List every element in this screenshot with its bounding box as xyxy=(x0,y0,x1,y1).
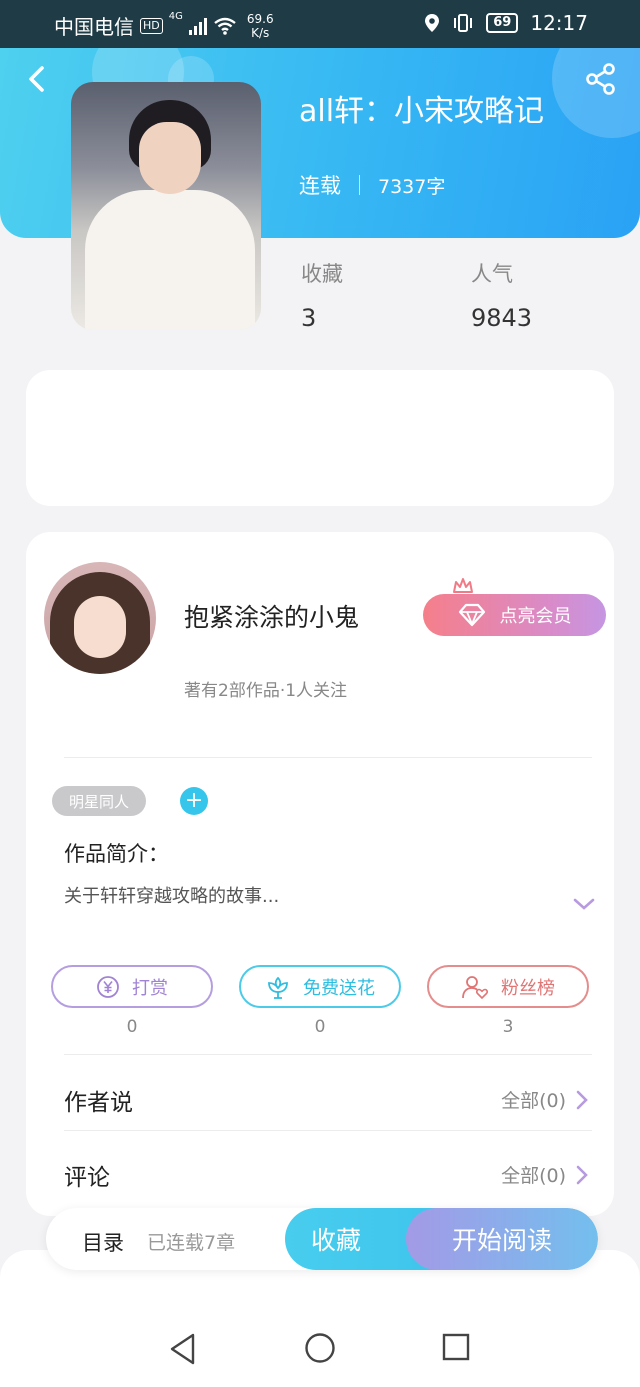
status-right: 69 12:17 xyxy=(424,11,588,35)
fans-label: 粉丝榜 xyxy=(501,977,555,999)
battery-icon: 69 xyxy=(486,13,519,33)
clock: 12:17 xyxy=(530,11,588,35)
status-left: 中国电信 HD 4G 69.6 K/s xyxy=(54,11,274,40)
stat-value: 3 xyxy=(301,304,317,332)
stat-favorites: 收藏 3 xyxy=(301,258,343,332)
intro-title: 作品简介： xyxy=(64,842,169,866)
back-icon[interactable] xyxy=(22,64,52,94)
nav-home-icon[interactable] xyxy=(304,1332,336,1364)
book-detail-page: 中国电信 HD 4G 69.6 K/s 69 12:17 all轩：小宋攻略记 … xyxy=(0,0,640,1387)
avatar-face xyxy=(74,596,126,658)
stat-label: 人气 xyxy=(471,262,513,286)
chevron-right-icon xyxy=(576,1090,588,1109)
author-notes-label: 作者说 xyxy=(64,1090,133,1116)
network-speed: 69.6 K/s xyxy=(247,12,274,40)
banner-card xyxy=(26,370,614,506)
add-tag-button[interactable]: + xyxy=(180,787,208,815)
author-notes-count: 全部(0) xyxy=(501,1090,566,1112)
vip-button[interactable]: 点亮会员 xyxy=(423,594,606,636)
share-icon[interactable] xyxy=(584,62,618,96)
book-meta: 连载 7337字 xyxy=(299,170,445,200)
chevron-right-icon xyxy=(576,1165,588,1184)
word-count: 7337字 xyxy=(378,175,446,198)
book-title: all轩：小宋攻略记 xyxy=(299,94,545,129)
author-name[interactable]: 抱紧涂涂的小鬼 xyxy=(184,598,359,634)
nav-back-icon[interactable] xyxy=(168,1332,198,1366)
system-nav-bar xyxy=(0,1320,640,1387)
bottom-action-bar: 目录 已连载7章 收藏 开始阅读 xyxy=(46,1208,598,1270)
chapter-count: 已连载7章 xyxy=(147,1232,236,1254)
diamond-icon xyxy=(458,603,485,627)
reward-button[interactable]: 打赏 xyxy=(51,965,213,1008)
location-icon xyxy=(425,14,440,32)
stat-label: 收藏 xyxy=(301,262,343,286)
hd-badge: HD xyxy=(140,17,163,34)
status-bar: 中国电信 HD 4G 69.6 K/s 69 12:17 xyxy=(0,0,640,48)
divider xyxy=(64,1054,592,1055)
send-flower-button[interactable]: 免费送花 xyxy=(239,965,401,1008)
fan-user-icon xyxy=(462,975,489,999)
genre-tag[interactable]: 明星同人 xyxy=(52,786,146,816)
serial-status: 连载 xyxy=(299,174,341,198)
author-avatar[interactable] xyxy=(44,562,156,674)
comments-all-link[interactable]: 全部(0) xyxy=(501,1161,588,1188)
reward-label: 打赏 xyxy=(132,977,168,999)
flower-icon xyxy=(268,976,288,999)
book-cover-image[interactable] xyxy=(71,82,261,330)
fans-count: 3 xyxy=(502,1017,514,1037)
flower-count: 0 xyxy=(314,1017,326,1037)
start-reading-button[interactable]: 开始阅读 xyxy=(406,1208,598,1270)
vibrate-icon xyxy=(454,14,473,32)
crown-icon xyxy=(453,578,473,593)
comments-label: 评论 xyxy=(64,1165,110,1191)
cover-figure-body xyxy=(85,190,255,330)
fan-ranking-button[interactable]: 粉丝榜 xyxy=(427,965,589,1008)
speed-unit: K/s xyxy=(251,25,270,40)
flower-label: 免费送花 xyxy=(303,977,375,999)
author-notes-all-link[interactable]: 全部(0) xyxy=(501,1086,588,1113)
yuan-icon xyxy=(97,975,119,998)
chevron-down-icon[interactable] xyxy=(572,896,596,912)
intro-text: 关于轩轩穿越攻略的故事... xyxy=(64,886,280,907)
divider xyxy=(64,757,592,758)
carrier-label: 中国电信 xyxy=(54,15,134,39)
meta-divider xyxy=(359,175,360,195)
network-type: 4G xyxy=(168,11,183,22)
signal-icon xyxy=(188,17,207,35)
vip-label: 点亮会员 xyxy=(499,606,572,627)
divider xyxy=(64,1130,592,1131)
reward-count: 0 xyxy=(126,1017,138,1037)
author-summary: 著有2部作品·1人关注 xyxy=(184,681,348,701)
stat-value: 9843 xyxy=(471,304,533,332)
stat-popularity: 人气 9843 xyxy=(471,258,532,332)
favorite-label: 收藏 xyxy=(311,1226,362,1255)
comments-count: 全部(0) xyxy=(501,1165,566,1187)
cover-figure-face xyxy=(139,122,201,194)
toc-button[interactable]: 目录 xyxy=(82,1227,124,1257)
speed-value: 69.6 xyxy=(246,11,274,26)
nav-recents-icon[interactable] xyxy=(441,1332,471,1362)
start-reading-label: 开始阅读 xyxy=(451,1226,552,1255)
wifi-icon xyxy=(214,17,236,35)
